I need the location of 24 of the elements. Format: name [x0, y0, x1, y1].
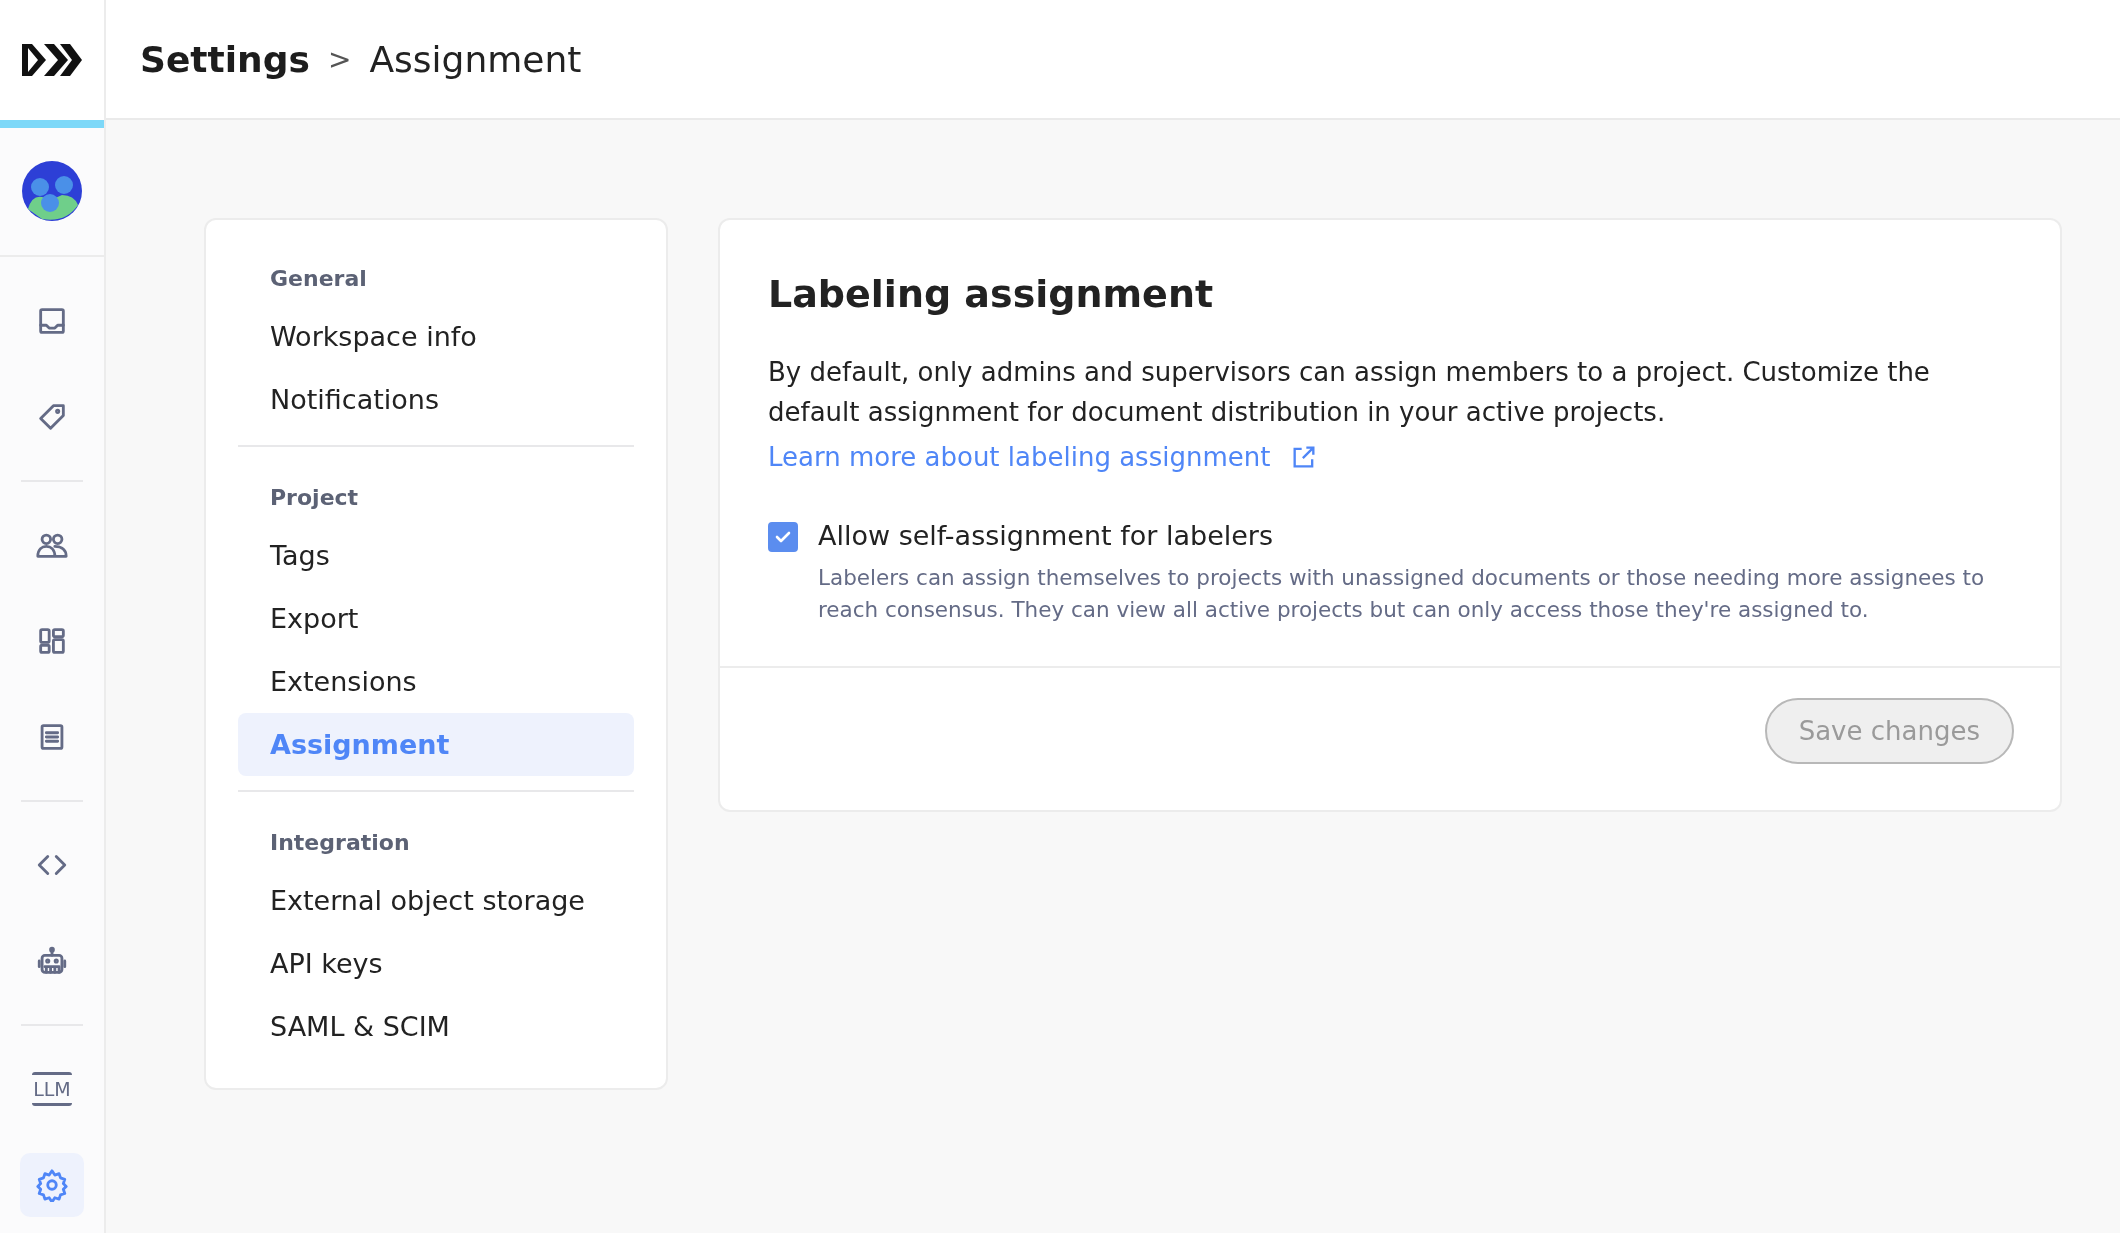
settings-icon — [35, 1168, 69, 1202]
checkbox[interactable] — [768, 522, 798, 552]
help-text: Labelers can assign themselves to projects with unassigned documents or those needing more assignees to reach consensus. They can view all active projects but can only access those they're assigned to. — [818, 564, 1986, 624]
settings-button[interactable] — [20, 1153, 84, 1217]
nav-item[interactable]: External object storage — [238, 869, 634, 932]
nav-item[interactable]: Workspace info — [238, 305, 634, 368]
avatar-icon[interactable] — [22, 161, 82, 222]
section-heading: Project — [269, 484, 360, 512]
breadcrumb-link[interactable]: Settings — [140, 38, 310, 80]
checkbox-label: Allow self-assignment for labelers — [818, 519, 1275, 553]
breadcrumb-separator: > — [327, 42, 352, 76]
nav-item[interactable]: API keys — [238, 932, 634, 995]
page-title: Assignment — [369, 38, 582, 80]
panel-title: Labeling assignment — [768, 272, 1215, 316]
section-heading: Integration — [269, 829, 411, 857]
description: By default, only admins and supervisors can assign members to a project. Customize the default assignment for document distribution in your active projects. — [768, 356, 1931, 429]
nav-item[interactable]: Export — [238, 587, 634, 650]
nav-item[interactable]: Notifications — [238, 368, 634, 431]
llm-button[interactable]: LLM — [20, 1057, 84, 1121]
logo-icon[interactable] — [22, 43, 82, 76]
nav-item[interactable]: Extensions — [238, 650, 634, 713]
nav-item[interactable]: SAML & SCIM — [238, 995, 634, 1058]
nav-item[interactable]: Tags — [238, 524, 634, 587]
section-heading: General — [269, 265, 368, 293]
